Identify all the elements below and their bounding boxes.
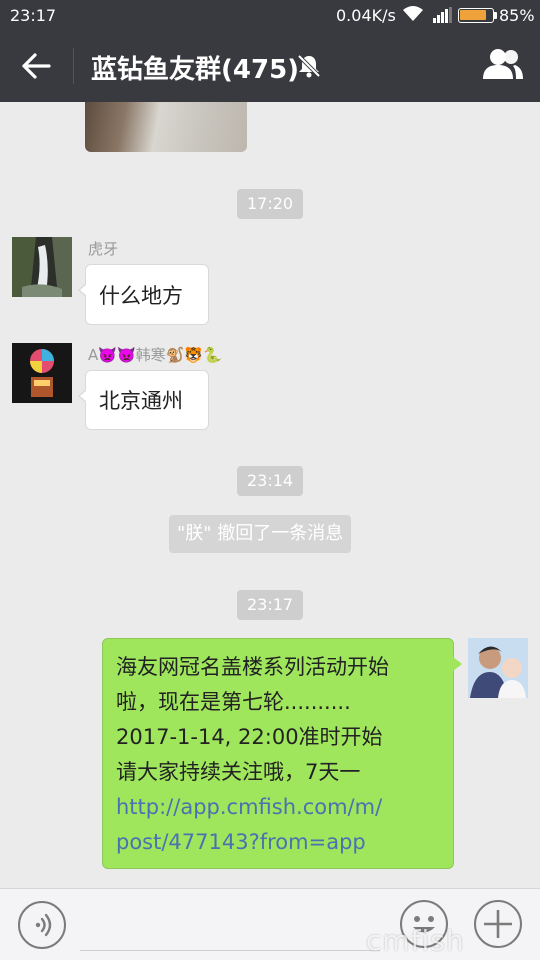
- timestamp-chip: 17:20: [237, 189, 304, 219]
- sender-name-prefix: A: [88, 346, 99, 364]
- chat-title: 蓝钻鱼友群(475): [91, 55, 300, 85]
- battery-tip: [494, 12, 497, 19]
- sender-suffix-emoji: 🐒🐯🐍: [165, 346, 222, 364]
- avatar[interactable]: [12, 343, 72, 403]
- group-members-icon[interactable]: [482, 48, 524, 80]
- avatar[interactable]: [12, 237, 72, 297]
- watermark: cmfish: [366, 924, 465, 957]
- battery-icon: [458, 8, 494, 23]
- message-text: 北京通州: [99, 389, 183, 413]
- recall-notice: "朕" 撤回了一条消息: [169, 515, 352, 553]
- voice-icon[interactable]: [18, 901, 66, 949]
- chat-message-list[interactable]: 17:20 虎牙 什么地方 A👿👿韩寒🐒🐯🐍 北京通州 23:14 "朕" 撤回…: [0, 102, 540, 888]
- message-input[interactable]: [80, 899, 380, 951]
- battery-level-fill: [460, 10, 486, 20]
- message-link[interactable]: http://app.cmfish.com/m/: [116, 790, 441, 825]
- message-text: 什么地方: [99, 283, 183, 308]
- message-link[interactable]: post/477143?from=app: [116, 825, 441, 860]
- status-time: 23:17: [10, 6, 57, 25]
- sender-name: 虎牙: [88, 240, 119, 258]
- timestamp-chip: 23:17: [237, 590, 304, 620]
- message-line: 2017-1-14, 22:00准时开始: [116, 725, 383, 749]
- plus-icon[interactable]: [474, 900, 522, 948]
- message-line: 请大家持续关注哦，7天一: [116, 760, 361, 784]
- status-bar: 23:17 0.04K/s 85%: [0, 0, 540, 30]
- signal-icon: [433, 7, 452, 23]
- header-divider: [73, 48, 74, 84]
- sender-emoji: 👿👿: [98, 346, 136, 364]
- sender-name: 韩寒: [135, 346, 166, 364]
- battery-percent: 85%: [499, 6, 535, 25]
- network-speed: 0.04K/s: [336, 6, 396, 25]
- back-arrow-icon[interactable]: [20, 51, 52, 81]
- chat-header: 蓝钻鱼友群(475): [0, 30, 540, 102]
- message-bubble[interactable]: 北京通州: [78, 370, 209, 430]
- message-bubble[interactable]: 什么地方: [78, 264, 209, 325]
- message-line: 啦，现在是第七轮..........: [116, 690, 351, 714]
- mute-bell-icon: [297, 54, 321, 78]
- sender-name-line: A👿👿韩寒🐒🐯🐍: [88, 344, 222, 365]
- message-line: 海友网冠名盖楼系列活动开始: [116, 655, 389, 679]
- my-avatar[interactable]: [468, 638, 528, 698]
- image-message[interactable]: [85, 102, 247, 152]
- timestamp-chip: 23:14: [237, 466, 304, 496]
- wifi-icon: [403, 6, 423, 21]
- my-message-bubble[interactable]: 海友网冠名盖楼系列活动开始 啦，现在是第七轮.......... 2017-1-…: [102, 638, 462, 869]
